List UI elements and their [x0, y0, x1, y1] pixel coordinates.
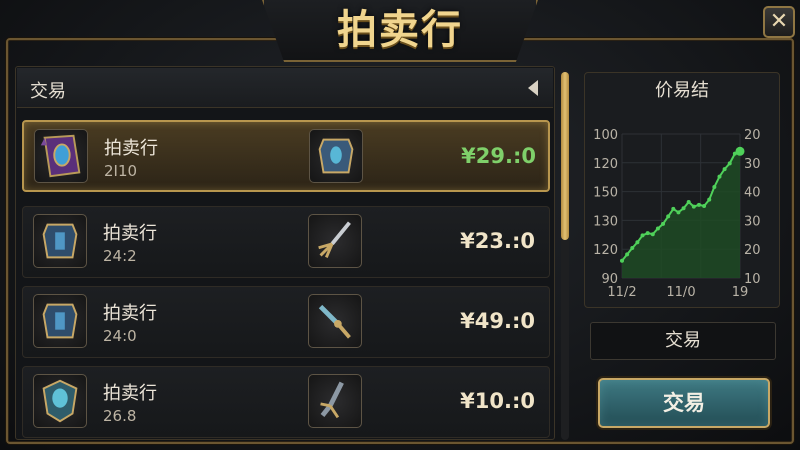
- price-point: [630, 246, 635, 251]
- collapse-arrow-icon[interactable]: [528, 80, 538, 96]
- trade-button[interactable]: 交易: [598, 378, 770, 428]
- scrollbar-thumb[interactable]: [561, 72, 569, 240]
- price-point: [655, 226, 660, 231]
- armor-item-icon: [309, 129, 363, 183]
- price-point: [707, 197, 712, 202]
- item-time: 2Ⅰ10: [104, 162, 138, 180]
- item-name: 拍卖行: [103, 223, 157, 244]
- price-point: [686, 199, 691, 204]
- x-tick-label: 11/0: [666, 285, 695, 300]
- price-point: [691, 204, 696, 209]
- shield-item-icon: [33, 374, 87, 428]
- chart-title: 价易结: [655, 80, 709, 101]
- left-tick-label: 130: [593, 214, 618, 229]
- x-tick-label: 11/2: [607, 285, 636, 300]
- item-price: ¥29.:0: [461, 144, 536, 168]
- price-trend-chart: 100 20120 30150 40130 30120 2090 1011/2 11/0 19: [593, 128, 761, 300]
- close-button[interactable]: ✕: [763, 6, 795, 38]
- listing-row[interactable]: 拍卖行 2Ⅰ10 ¥29.:0: [22, 120, 550, 192]
- listing-row[interactable]: 拍卖行 24:2 ¥23.:0: [22, 206, 550, 278]
- right-tick-label: 20: [744, 243, 761, 258]
- price-point: [666, 214, 671, 219]
- price-point: [681, 206, 686, 211]
- price-area-fill: [622, 151, 740, 278]
- left-tick-label: 120: [593, 157, 618, 172]
- price-point: [650, 232, 655, 237]
- left-tick-label: 100: [593, 128, 618, 143]
- item-name: 拍卖行: [103, 303, 157, 324]
- item-time: 26.8: [103, 407, 137, 425]
- price-point: [735, 146, 745, 156]
- item-time: 24:2: [103, 247, 137, 265]
- right-tick-label: 40: [744, 186, 761, 201]
- item-name: 拍卖行: [103, 383, 157, 404]
- item-name: 拍卖行: [104, 138, 158, 159]
- item-price: ¥49.:0: [460, 309, 535, 333]
- claw-weapon-icon: [308, 214, 362, 268]
- price-point: [661, 221, 666, 226]
- listing-header[interactable]: [17, 68, 553, 108]
- armor-item-icon: [33, 214, 87, 268]
- item-price: ¥10.:0: [460, 389, 535, 413]
- scroll-item-icon: [34, 129, 88, 183]
- price-point: [722, 167, 727, 172]
- price-point: [620, 258, 624, 263]
- listing-header-label: 交易: [30, 81, 66, 102]
- right-tick-label: 30: [744, 157, 761, 172]
- price-point: [712, 184, 717, 189]
- price-point: [696, 202, 701, 207]
- price-point: [671, 206, 676, 211]
- listing-row[interactable]: 拍卖行 24:0 ¥49.:0: [22, 286, 550, 358]
- price-point: [717, 174, 722, 179]
- price-point: [727, 161, 732, 166]
- blade-weapon-icon: [308, 294, 362, 348]
- right-tick-label: 30: [744, 214, 761, 229]
- trade-info-box[interactable]: 交易: [590, 322, 776, 360]
- x-tick-label: 19: [732, 285, 749, 300]
- listing-row[interactable]: 拍卖行 26.8 ¥10.:0: [22, 366, 550, 438]
- price-point: [645, 231, 650, 236]
- item-time: 24:0: [103, 327, 137, 345]
- price-point: [625, 252, 630, 257]
- armor-item-icon: [33, 294, 87, 348]
- left-tick-label: 150: [593, 186, 618, 201]
- window-title: 拍卖行: [337, 7, 463, 53]
- item-price: ¥23.:0: [460, 229, 535, 253]
- price-point: [676, 210, 681, 215]
- gauntlet-item-icon: [308, 374, 362, 428]
- price-point: [635, 240, 640, 245]
- left-tick-label: 120: [593, 243, 618, 258]
- price-point: [702, 204, 707, 208]
- price-point: [640, 233, 645, 238]
- right-tick-label: 20: [744, 128, 761, 143]
